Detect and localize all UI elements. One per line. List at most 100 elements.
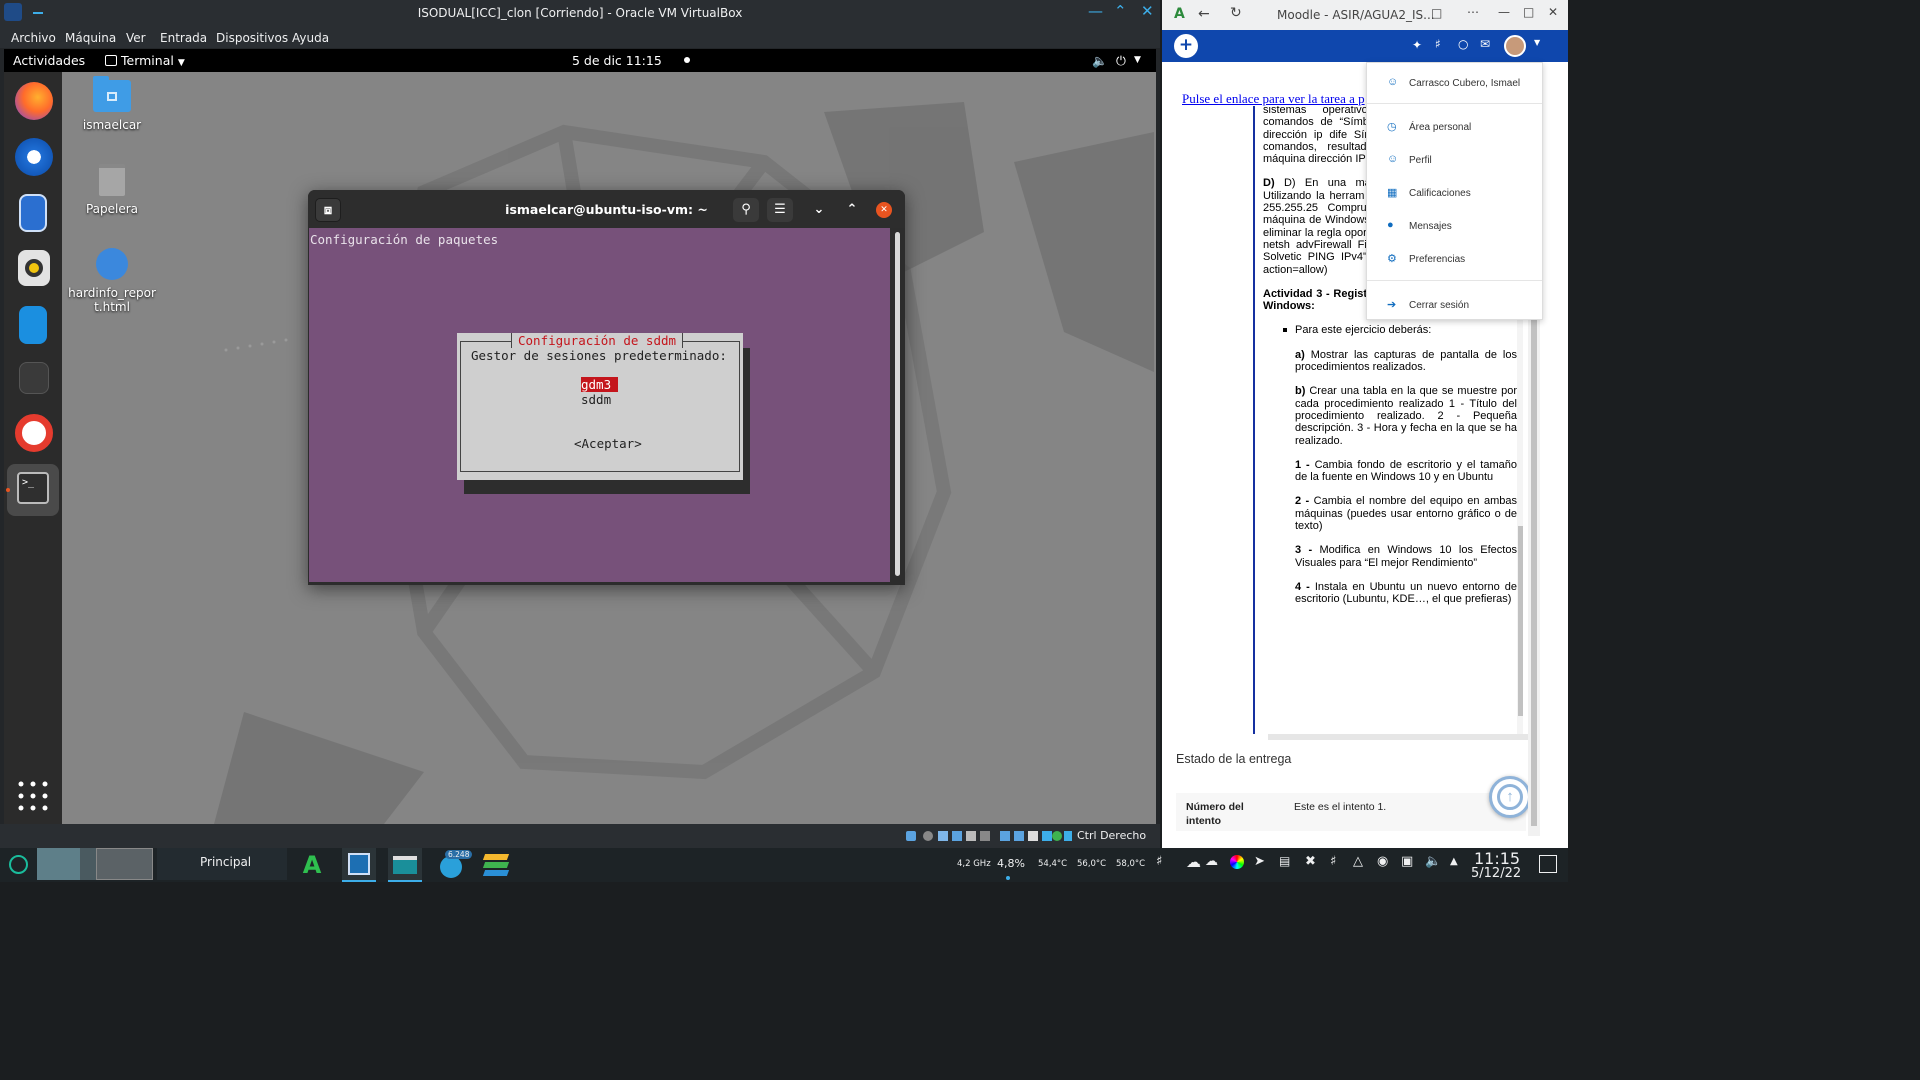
firefox-icon[interactable] (15, 82, 53, 120)
option-gdm3[interactable]: gdm3 (581, 377, 618, 392)
terminal-scrollbar[interactable] (895, 232, 900, 576)
pager-desktop-2[interactable] (80, 848, 96, 880)
minimize-icon[interactable]: — (1498, 5, 1510, 19)
menu-maquina[interactable]: Máquina (65, 31, 116, 45)
help-icon[interactable] (15, 414, 53, 452)
thunderbird-icon[interactable] (15, 138, 53, 176)
files-icon[interactable] (19, 194, 47, 232)
menu-item-perfil[interactable]: ☺ Perfil (1367, 148, 1544, 174)
virtualbox-task-icon[interactable] (342, 848, 376, 882)
usb-icon[interactable]: △ (1353, 854, 1363, 869)
hamburger-menu-icon[interactable]: ☰ (767, 198, 793, 222)
power-icon[interactable]: ⏻ (1116, 53, 1126, 69)
pin-icon[interactable]: ✦ (1412, 38, 1422, 52)
reload-icon[interactable]: ↻ (1230, 5, 1242, 21)
ok-button[interactable]: <Aceptar> (574, 436, 642, 451)
inner-scrollbar-thumb[interactable] (1518, 526, 1523, 716)
notifications-icon[interactable]: ♯ (1156, 854, 1162, 869)
layers-task-icon[interactable] (482, 852, 510, 878)
maximize-icon[interactable]: ⌃ (1114, 2, 1127, 20)
close-icon[interactable]: ✕ (876, 202, 892, 218)
app-launcher-icon[interactable] (9, 855, 28, 874)
menu-item-area-personal[interactable]: ◷ Área personal (1367, 115, 1544, 141)
menu-divider (1367, 103, 1542, 104)
menu-item-preferencias[interactable]: ⚙ Preferencias (1367, 247, 1544, 273)
menu-archivo[interactable]: Archivo (11, 31, 56, 45)
moodle-app-icon[interactable]: A (1174, 6, 1185, 22)
tools-icon[interactable]: ✖ (1305, 854, 1316, 869)
screenshot-icon[interactable]: □ (1431, 6, 1442, 20)
volume-icon[interactable]: 🔈 (1092, 53, 1108, 69)
rhythmbox-icon[interactable] (18, 250, 50, 286)
show-apps-icon[interactable] (17, 780, 49, 812)
terminal-small-icon (105, 55, 117, 66)
desktop-icon-home[interactable]: ismaelcar (62, 76, 162, 132)
add-icon[interactable]: + (1174, 34, 1198, 58)
chat-icon[interactable]: ○ (1458, 37, 1468, 51)
volume-icon[interactable]: 🔈 (1425, 854, 1441, 869)
menu-ayuda[interactable]: Ayuda (292, 31, 329, 45)
cloud-sync-icon[interactable]: ☁ (1205, 854, 1218, 869)
terminal-icon[interactable]: >_ (17, 472, 49, 504)
pager-desktop-1[interactable] (37, 848, 80, 880)
submission-status-heading: Estado de la entrega (1176, 752, 1292, 766)
wrench-icon: ⚙ (1387, 253, 1397, 265)
menu-dispositivos[interactable]: Dispositivos (216, 31, 288, 45)
writer-icon[interactable] (19, 306, 47, 344)
clock-date[interactable]: 5/12/22 (1471, 866, 1521, 881)
pager-desktop-3[interactable] (96, 848, 153, 880)
system-menu-chevron-icon[interactable]: ▼ (1134, 55, 1141, 65)
minimize-icon[interactable]: ⌄ (806, 198, 832, 222)
dialog-prompt: Gestor de sesiones predeterminado: (471, 348, 727, 363)
maximize-icon[interactable]: ⌃ (839, 198, 865, 222)
color-picker-icon[interactable] (1230, 855, 1244, 869)
menu-entrada[interactable]: Entrada (160, 31, 207, 45)
chevron-down-icon[interactable]: ▼ (1534, 38, 1540, 47)
task-2: 2 - Cambia el nombre del equipo en ambas… (1263, 495, 1517, 532)
user-name: Carrasco Cubero, Ismael (1409, 78, 1521, 89)
software-updater-icon[interactable] (19, 362, 49, 394)
telegram-task-icon[interactable]: 6.248 (434, 848, 473, 882)
moodle-task-icon[interactable]: A (298, 851, 326, 879)
menu-item-cerrar-sesion[interactable]: ➔ Cerrar sesión (1367, 293, 1544, 319)
desktop-icon-html[interactable]: hardinfo_report.html (62, 248, 162, 314)
microphone-icon[interactable]: ◉ (1377, 854, 1388, 869)
minimize-icon[interactable]: — (1088, 2, 1103, 20)
attempt-value: Este es el intento 1. (1294, 801, 1387, 813)
bullet-item: Para este ejercicio deberás: (1263, 324, 1517, 336)
frame-hscroll[interactable] (1268, 734, 1528, 740)
cpu-frequency: 4,2 GHz (957, 859, 991, 869)
close-icon[interactable]: ✕ (1548, 5, 1558, 19)
back-icon[interactable]: ← (1198, 6, 1210, 22)
desktop-icon-trash[interactable]: Papelera (62, 164, 162, 216)
terminal-tray-icon[interactable]: ▤ (1279, 854, 1290, 868)
menu-ver[interactable]: Ver (126, 31, 146, 45)
app-menu[interactable]: Terminal ▼ (105, 53, 185, 68)
show-desktop-icon[interactable] (1539, 855, 1557, 873)
bell-icon[interactable]: ♯ (1435, 37, 1441, 51)
option-sddm[interactable]: sddm (581, 392, 611, 407)
bluetooth-icon[interactable]: ♯ (1330, 854, 1336, 869)
window-task-icon[interactable] (388, 848, 422, 882)
user-name-item[interactable]: ☺ Carrasco Cubero, Ismael (1367, 68, 1544, 98)
close-icon[interactable]: ✕ (1141, 2, 1154, 20)
mail-icon[interactable]: ✉ (1480, 37, 1490, 51)
more-menu-icon[interactable]: ⋯ (1467, 5, 1479, 19)
network-icon[interactable]: ▣ (1401, 854, 1413, 869)
avatar[interactable] (1504, 35, 1526, 57)
tray-expand-icon[interactable]: ▲ (1450, 856, 1458, 867)
menu-item-mensajes[interactable]: ● Mensajes (1367, 214, 1544, 240)
menu-item-label: Calificaciones (1409, 188, 1471, 199)
weather-icon[interactable]: ☁ (1186, 853, 1201, 871)
activities-button[interactable]: Actividades (13, 53, 85, 68)
message-icon: ● (1387, 219, 1394, 231)
send-icon[interactable]: ➤ (1254, 854, 1265, 869)
task-link[interactable]: Pulse el enlace para ver la tarea a p (1182, 91, 1365, 107)
menu-item-calificaciones[interactable]: ▦ Calificaciones (1367, 181, 1544, 207)
menu-item-label: Cerrar sesión (1409, 300, 1470, 311)
clock[interactable]: 5 de dic 11:15 (572, 53, 690, 68)
maximize-icon[interactable]: □ (1523, 5, 1534, 19)
search-icon[interactable]: ⚲ (733, 198, 759, 222)
activity-button[interactable]: Principal (157, 848, 287, 880)
back-to-top-button[interactable]: ↑ (1489, 776, 1528, 818)
